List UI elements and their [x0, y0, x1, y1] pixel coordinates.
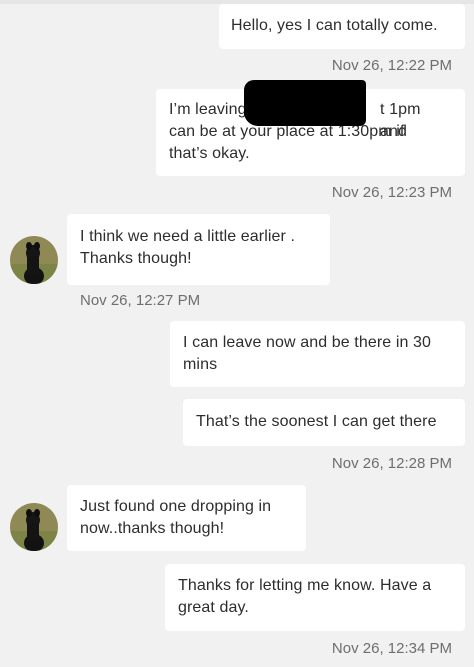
message-bubble-received[interactable]: Just found one dropping in now..thanks t… — [67, 485, 306, 551]
message-timestamp: Nov 26, 12:23 PM — [331, 184, 452, 201]
message-bubble-sent[interactable]: That’s the soonest I can get there — [183, 399, 465, 446]
message-bubble-sent[interactable]: Hello, yes I can totally come. — [219, 4, 465, 49]
message-text: Thanks though! — [80, 250, 192, 267]
message-bubble-sent[interactable]: I can leave now and be there in 30 mins — [170, 321, 465, 387]
message-timestamp: Nov 26, 12:28 PM — [331, 455, 452, 472]
message-bubble-received[interactable]: I think we need a little earlier . Thank… — [67, 214, 330, 285]
message-text: I’m leaving — [169, 101, 247, 118]
dog-avatar-icon[interactable] — [10, 503, 58, 551]
redaction-block — [244, 80, 366, 126]
message-timestamp: Nov 26, 12:22 PM — [331, 57, 452, 74]
message-text: Just found one dropping in — [80, 498, 272, 515]
message-timestamp: Nov 26, 12:34 PM — [331, 640, 452, 657]
message-text: t 1pm and — [380, 101, 421, 140]
message-bubble-sent[interactable]: Thanks for letting me know. Have a great… — [165, 564, 465, 631]
message-text: Thanks for letting me know. Have a — [178, 577, 432, 594]
dog-avatar-icon[interactable] — [10, 236, 58, 284]
message-text: I think we need a little earlier . — [80, 228, 296, 245]
message-text: great day. — [178, 599, 249, 616]
message-timestamp: Nov 26, 12:27 PM — [80, 292, 201, 309]
message-text: That’s the soonest I can get there — [196, 413, 437, 430]
message-text: mins — [183, 356, 218, 373]
message-text: I can leave now and be there in 30 — [183, 334, 432, 351]
message-text: now..thanks though! — [80, 520, 225, 537]
message-text: that’s okay. — [169, 145, 250, 162]
message-text: Hello, yes I can totally come. — [231, 17, 438, 34]
